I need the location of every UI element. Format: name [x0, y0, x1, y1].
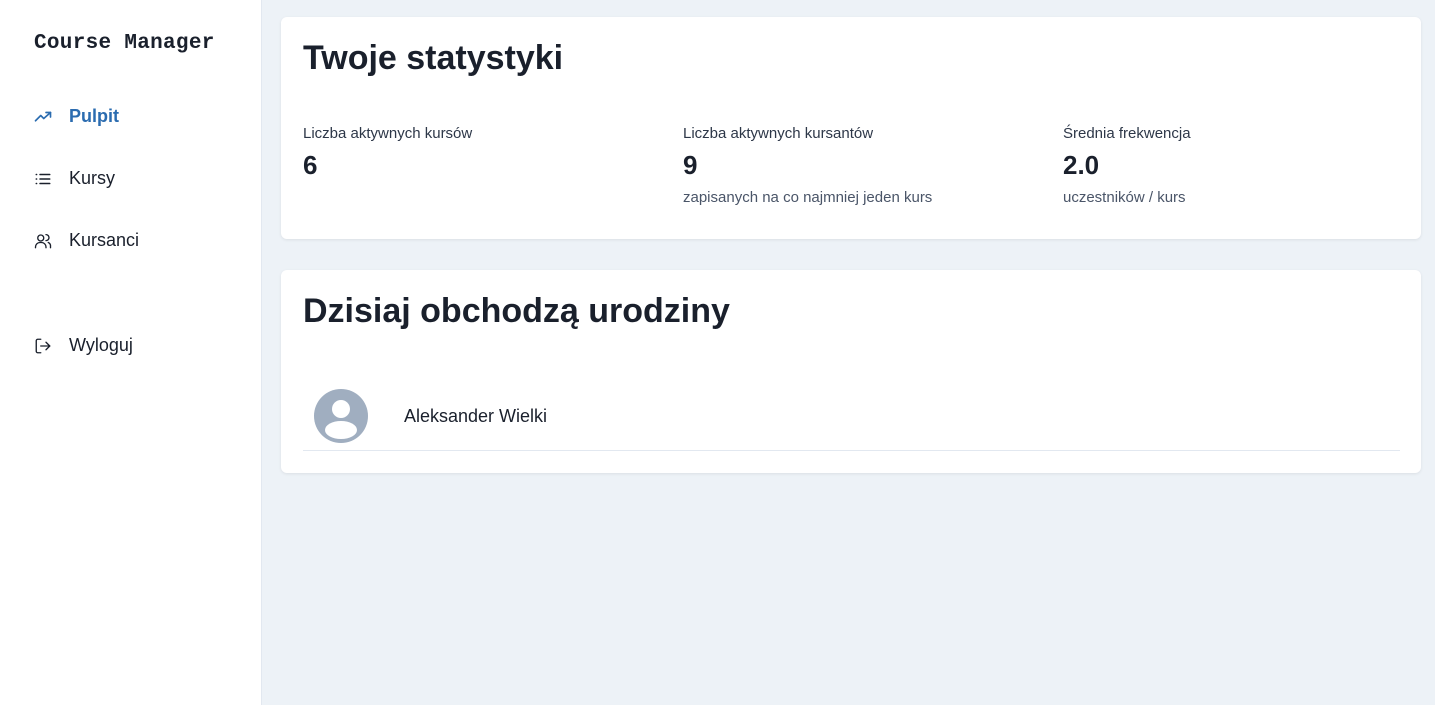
stats-card: Twoje statystyki Liczba aktywnych kursów… — [281, 17, 1421, 239]
sidebar-item-label: Kursy — [69, 168, 116, 188]
trending-up-icon — [34, 108, 52, 126]
avatar — [314, 389, 368, 443]
stat-active-students: Liczba aktywnych kursantów 9 zapisanych … — [683, 125, 1043, 206]
logout-icon — [34, 337, 52, 355]
users-icon — [34, 232, 52, 250]
birthdays-title: Dzisiaj obchodzą urodziny — [303, 292, 730, 330]
sidebar-item-label: Kursanci — [69, 230, 140, 250]
stat-subtext: uczestników / kurs — [1063, 189, 1186, 206]
stats-title: Twoje statystyki — [303, 39, 564, 77]
sidebar-item-label: Wyloguj — [69, 335, 133, 355]
stat-subtext: zapisanych na co najmniej jeden kurs — [683, 189, 933, 206]
stat-value: 2.0 — [1063, 150, 1100, 180]
stat-average-attendance: Średnia frekwencja 2.0 uczestników / kur… — [1063, 125, 1423, 206]
app-logo: Course Manager — [34, 32, 215, 55]
sidebar: Course Manager Pulpit Kursy Kursanci Wyl… — [0, 0, 262, 705]
birthdays-card: Dzisiaj obchodzą urodziny Aleksander Wie… — [281, 270, 1421, 473]
stat-label: Liczba aktywnych kursantów — [683, 125, 874, 142]
list-icon — [34, 170, 52, 188]
sidebar-item-wyloguj[interactable]: Wyloguj — [34, 335, 133, 356]
stat-label: Liczba aktywnych kursów — [303, 125, 473, 142]
stat-active-courses: Liczba aktywnych kursów 6 — [303, 125, 663, 181]
sidebar-item-kursanci[interactable]: Kursanci — [34, 230, 139, 251]
stat-value: 6 — [303, 150, 318, 180]
stat-value: 9 — [683, 150, 698, 180]
sidebar-item-label: Pulpit — [69, 106, 119, 126]
sidebar-item-pulpit[interactable]: Pulpit — [34, 106, 119, 127]
birthday-list-item[interactable]: Aleksander Wielki — [303, 382, 1400, 451]
sidebar-item-kursy[interactable]: Kursy — [34, 168, 115, 189]
person-name: Aleksander Wielki — [404, 405, 548, 426]
stat-label: Średnia frekwencja — [1063, 125, 1191, 142]
